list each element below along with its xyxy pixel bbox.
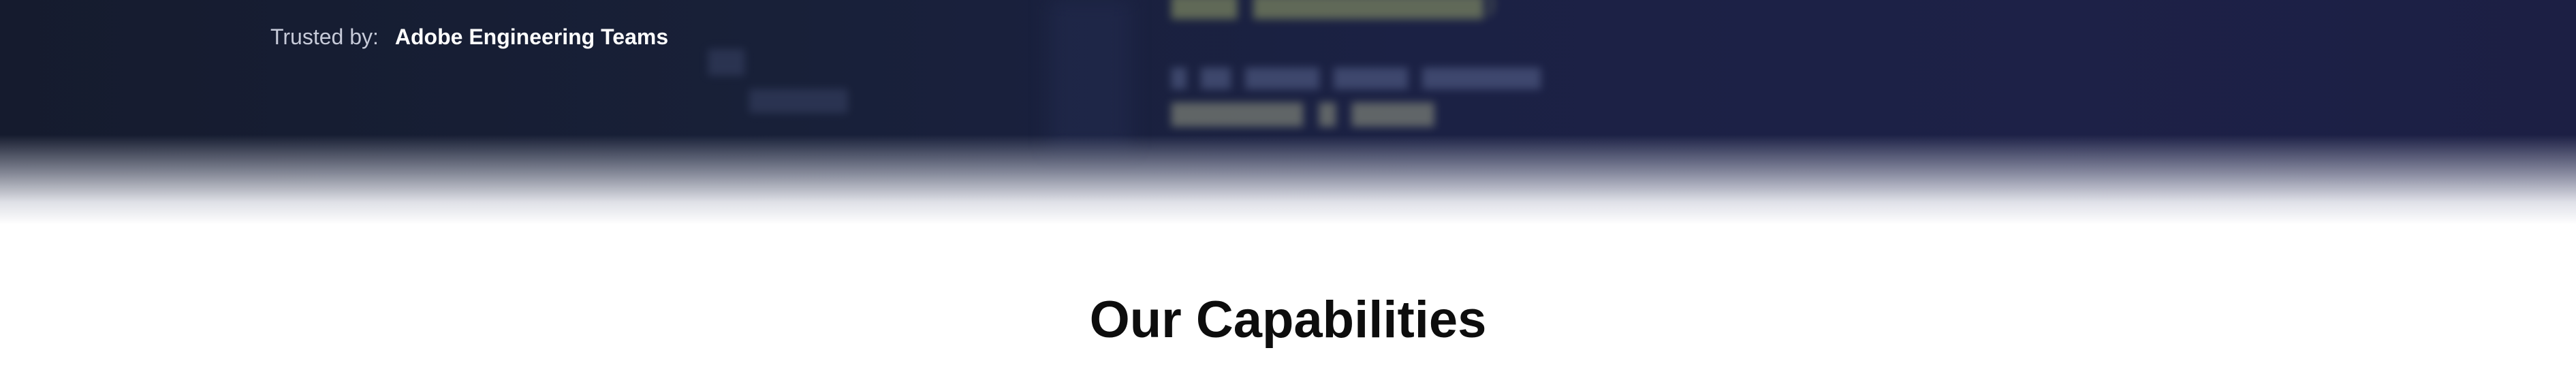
trusted-by-label: Trusted by: xyxy=(270,25,379,49)
trusted-by-value: Adobe Engineering Teams xyxy=(394,25,669,49)
hero-banner: ▆▆▆▆ ▆▆▆▆▆▆▆▆▆▆▆▆▆▆) ▆ ▆▆ ▆▆▆▆▆ ▆▆▆▆▆ ▆▆… xyxy=(0,0,2576,225)
capabilities-heading: Our Capabilities xyxy=(1089,291,1487,349)
trusted-by-line: Trusted by: Adobe Engineering Teams xyxy=(270,23,668,50)
